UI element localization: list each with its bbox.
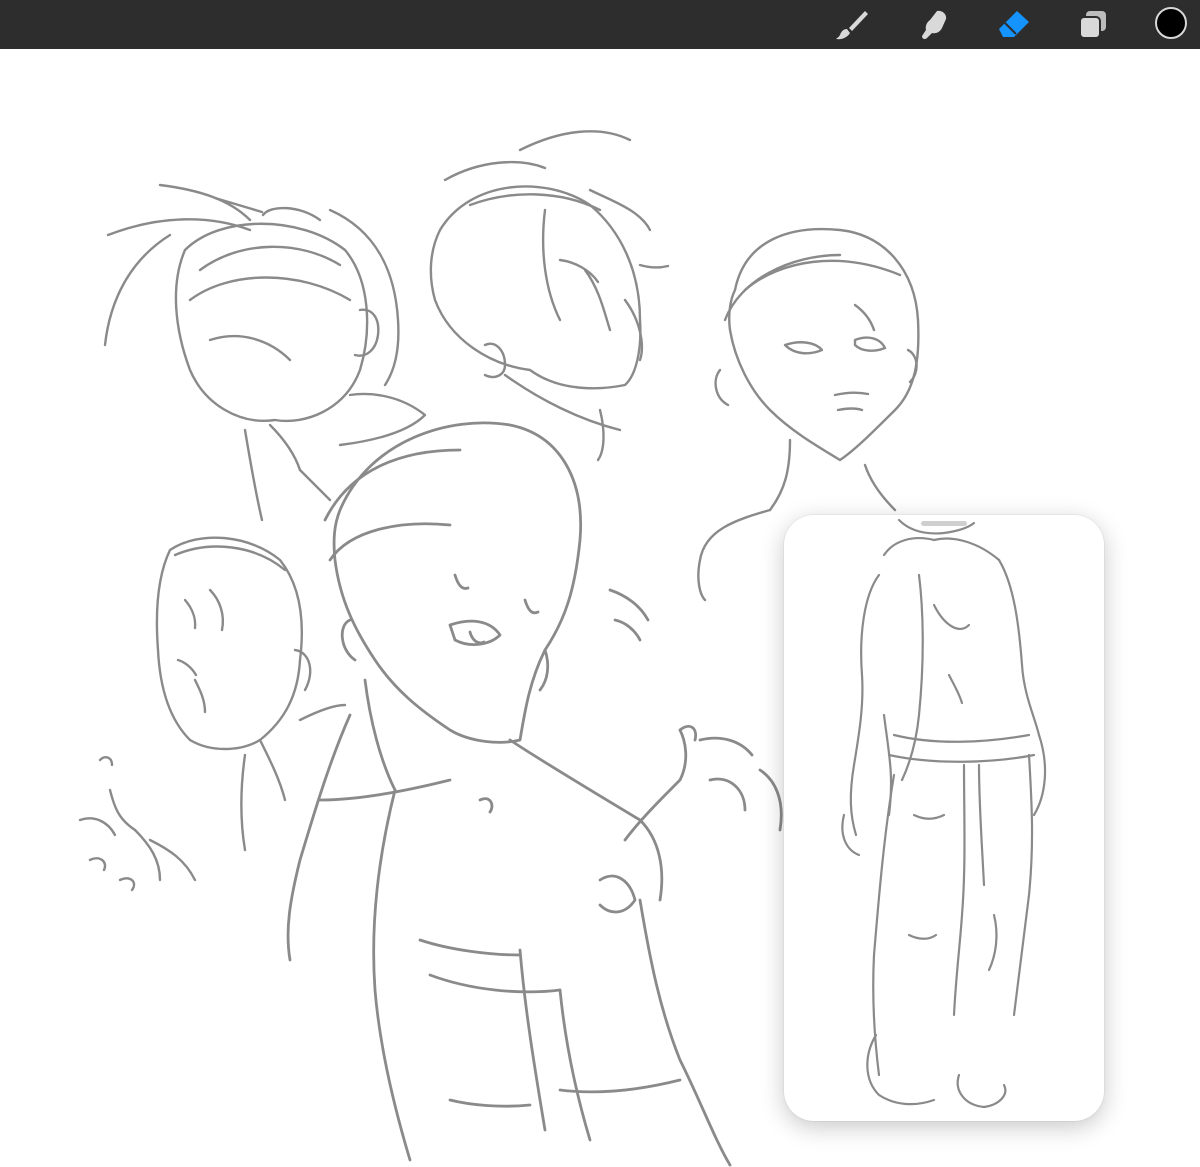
reference-figure-sketch: [841, 518, 1047, 1109]
top-toolbar: [0, 0, 1200, 49]
drawing-canvas[interactable]: [0, 49, 1200, 1167]
brush-button[interactable]: [833, 6, 871, 44]
eraser-button[interactable]: [995, 6, 1033, 44]
smudge-finger-icon: [922, 10, 947, 40]
color-picker-swatch[interactable]: [1155, 7, 1187, 39]
paintbrush-icon: [836, 11, 868, 40]
sketch-head-middle-left: [78, 536, 347, 892]
layers-icon: [1079, 11, 1106, 39]
sketch-head-upper-middle: [429, 130, 670, 462]
smudge-button[interactable]: [915, 6, 953, 44]
reference-window[interactable]: [784, 515, 1104, 1121]
eraser-icon: [999, 11, 1029, 37]
sketch-figure-center: [286, 421, 783, 1167]
layers-button[interactable]: [1074, 6, 1112, 44]
sketch-head-upper-left: [103, 183, 427, 522]
